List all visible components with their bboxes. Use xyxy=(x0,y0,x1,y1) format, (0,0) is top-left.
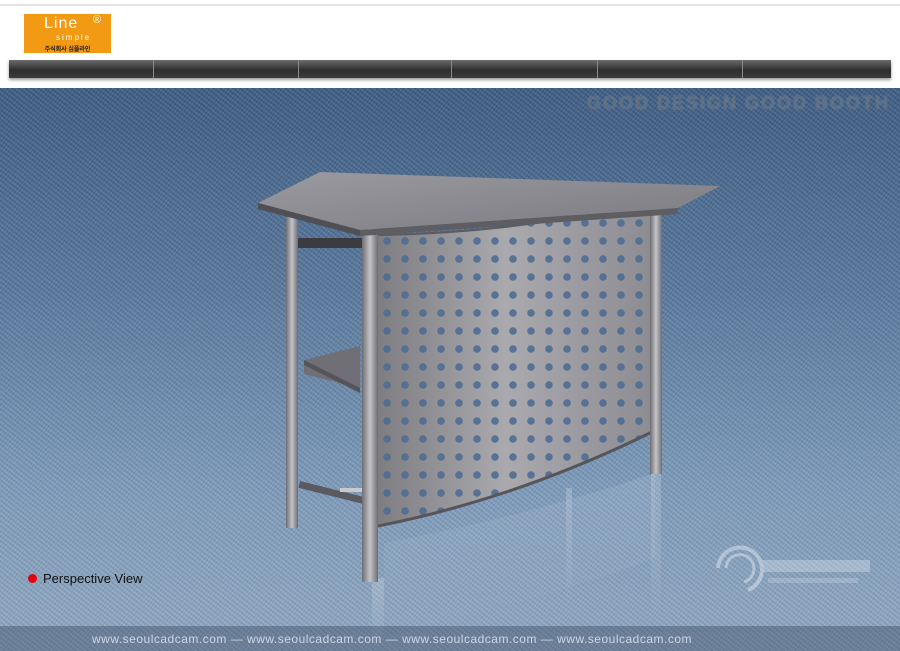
top-rule xyxy=(0,4,900,6)
logo-subtitle: simple xyxy=(56,33,92,42)
nav-item-5[interactable] xyxy=(598,60,743,78)
footer-watermark-text: www.seoulcadcam.com — www.seoulcadcam.co… xyxy=(92,631,693,646)
nav-item-4[interactable] xyxy=(452,60,598,78)
nav-item-3[interactable] xyxy=(299,60,452,78)
main-nav-bar xyxy=(9,60,891,78)
footer-watermark-strip: www.seoulcadcam.com — www.seoulcadcam.co… xyxy=(0,626,900,651)
product-render-scene: GOOD DESIGN GOOD BOOTH Perspective View … xyxy=(0,88,900,651)
nav-item-6[interactable] xyxy=(743,60,891,78)
bottom-crossbar xyxy=(298,481,365,504)
site-logo[interactable]: Line ® simple 주식회사 심플라인 xyxy=(24,14,111,53)
view-label: Perspective View xyxy=(28,571,142,586)
nav-item-1[interactable] xyxy=(9,60,154,78)
company-watermark-logo xyxy=(716,545,870,592)
view-label-text: Perspective View xyxy=(43,571,143,586)
upper-crossbar xyxy=(290,238,362,248)
front-left-leg xyxy=(286,208,298,528)
nav-item-2[interactable] xyxy=(154,60,299,78)
red-bullet-icon xyxy=(28,574,37,583)
front-center-leg xyxy=(362,228,378,582)
logo-registered-mark: ® xyxy=(93,14,102,26)
slogan-watermark: GOOD DESIGN GOOD BOOTH xyxy=(586,93,890,113)
logo-wordmark: Line xyxy=(44,15,79,32)
logo-company-name: 주식회사 심플라인 xyxy=(44,47,91,53)
front-right-leg xyxy=(650,196,662,474)
